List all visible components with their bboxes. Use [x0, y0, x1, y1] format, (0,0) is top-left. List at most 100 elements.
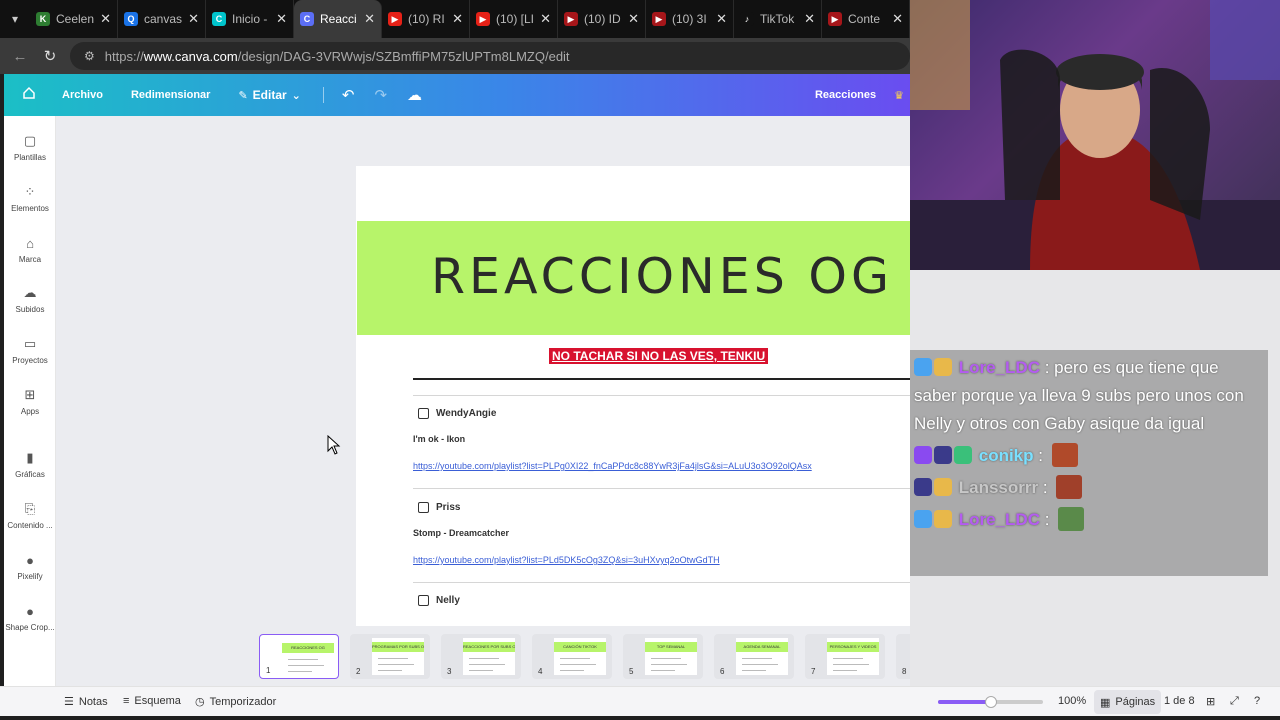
entry-name-label: Nelly: [436, 595, 460, 606]
checkbox[interactable]: [418, 595, 429, 606]
editar-menu[interactable]: ✎ Editar ⌄: [224, 88, 314, 102]
browser-tab[interactable]: C Reacci ✕: [294, 0, 382, 38]
sidebar-item-content[interactable]: ⎘ Contenido ...: [4, 500, 56, 530]
zoom-slider-knob[interactable]: [984, 696, 997, 708]
thumbnail-line: [833, 664, 869, 665]
page-thumbnail[interactable]: 6 AGENDA SEMANAL: [714, 634, 794, 679]
entry-priss[interactable]: Priss: [418, 502, 460, 513]
divider: [413, 395, 916, 396]
mouse-cursor-icon: [327, 435, 341, 455]
youtube-icon: ▶: [564, 12, 578, 26]
youtube-icon: ▶: [388, 12, 402, 26]
close-icon[interactable]: ✕: [628, 11, 639, 27]
upload-icon: ☁: [23, 285, 37, 300]
sidebar-item-shape-crop[interactable]: ● Shape Crop...: [4, 602, 56, 633]
address-bar-row: ← ↻ ⚙ https://www.canva.com/design/DAG-3…: [0, 38, 910, 74]
close-icon[interactable]: ✕: [892, 11, 903, 27]
close-icon[interactable]: ✕: [188, 11, 199, 27]
sidebar-item-chart[interactable]: ▮ Gráficas: [4, 449, 56, 479]
tiktok-icon: ♪: [740, 12, 754, 26]
browser-tab[interactable]: ▶ Conte ✕: [822, 0, 910, 38]
close-icon[interactable]: ✕: [364, 11, 375, 27]
zoom-slider[interactable]: [938, 696, 1043, 708]
reload-icon[interactable]: ↻: [40, 47, 60, 65]
redimensionar-button[interactable]: Redimensionar: [117, 89, 224, 101]
sidebar-item-brand[interactable]: ⌂ Marca: [4, 234, 56, 265]
youtube-icon: ▶: [652, 12, 666, 26]
chat-badge-icon: [934, 510, 952, 528]
chat-colon: :: [1038, 478, 1053, 497]
youtube-studio-icon: ▶: [828, 12, 842, 26]
sidebar-item-folder[interactable]: ▭ Proyectos: [4, 335, 56, 365]
chat-username: Lanssorrr: [958, 478, 1039, 497]
page-thumbnail[interactable]: 2 PROGRAMAS POR SUBS O NICKS: [350, 634, 430, 679]
thumbnail-line: [378, 670, 402, 671]
archivo-menu[interactable]: Archivo: [48, 89, 117, 101]
browser-tab[interactable]: Qcanvas ✕: [118, 0, 206, 38]
sidebar-item-label: Pixelify: [17, 572, 43, 581]
chat-username: Lore_LDC: [958, 510, 1040, 529]
help-icon[interactable]: ?: [1254, 695, 1260, 707]
browser-tab[interactable]: C Inicio - ✕: [206, 0, 294, 38]
design-page[interactable]: REACCIONES OG NO TACHAR SI NO LAS VES, T…: [356, 166, 916, 626]
notas-button[interactable]: ☰ Notas: [64, 695, 108, 709]
tab-title: Reacci: [320, 12, 357, 26]
page-thumbnails-bar: + ⌄ 1REACCIONES OG2PROGRAMAS POR SUBS O …: [56, 630, 1056, 686]
project-title[interactable]: Reacciones: [815, 89, 894, 101]
close-icon[interactable]: ✕: [452, 11, 463, 27]
site-info-icon[interactable]: ⚙: [84, 49, 95, 63]
k-icon: K: [36, 12, 50, 26]
cloud-saved-icon[interactable]: ☁: [397, 86, 432, 104]
entry-nelly[interactable]: Nelly: [418, 595, 460, 606]
fullscreen-icon[interactable]: ⤢: [1230, 695, 1239, 708]
browser-tab[interactable]: ▶ (10) RI ✕: [382, 0, 470, 38]
browser-tab[interactable]: ▶ (10) ID ✕: [558, 0, 646, 38]
sidebar-item-templates[interactable]: ▢ Plantillas: [4, 132, 56, 162]
thumbnail-line: [560, 670, 584, 671]
browser-tab[interactable]: ♪ TikTok ✕: [734, 0, 822, 38]
close-icon[interactable]: ✕: [276, 11, 287, 27]
url-field[interactable]: ⚙ https://www.canva.com/design/DAG-3VRWw…: [70, 42, 910, 70]
checkbox[interactable]: [418, 502, 429, 513]
sidebar-item-upload[interactable]: ☁ Subidos: [4, 284, 56, 314]
entry-wendyangie[interactable]: WendyAngie: [418, 408, 496, 419]
brand-icon: ⌂: [26, 235, 34, 251]
tab-list-chevron-icon[interactable]: ▾: [0, 0, 30, 38]
browser-tab[interactable]: ▶ (10) 3I ✕: [646, 0, 734, 38]
close-icon[interactable]: ✕: [100, 11, 111, 27]
esquema-button[interactable]: ≡ Esquema: [123, 695, 181, 707]
page-thumbnail[interactable]: 4 CANCIÓN TIKTOK: [532, 634, 612, 679]
sidebar-item-elements[interactable]: ⁘ Elementos: [4, 183, 56, 213]
temporizador-button[interactable]: ◷ Temporizador: [195, 695, 276, 709]
page-thumbnail[interactable]: 7 PERSONAJES Y VIDEOS: [805, 634, 885, 679]
youtube-icon: ▶: [476, 12, 490, 26]
playlist-link[interactable]: https://youtube.com/playlist?list=PLd5DK…: [413, 555, 720, 565]
page-thumbnail[interactable]: 3 REACCIONES POR SUBS O NICKS: [441, 634, 521, 679]
chat-emote-icon: [1051, 443, 1078, 467]
checkbox[interactable]: [418, 408, 429, 419]
page-thumbnail[interactable]: 5 TOP SEMANAL: [623, 634, 703, 679]
grid-view-icon[interactable]: ⊞: [1206, 695, 1215, 708]
redo-icon[interactable]: ↷: [364, 86, 397, 104]
chat-emote-icon: [1056, 475, 1083, 499]
crown-icon[interactable]: ♛: [894, 89, 910, 102]
thumbnail-line: [469, 658, 499, 659]
undo-icon[interactable]: ↶: [332, 86, 365, 104]
close-icon[interactable]: ✕: [716, 11, 727, 27]
close-icon[interactable]: ✕: [540, 11, 551, 27]
playlist-link[interactable]: https://youtube.com/playlist?list=PLPg0X…: [413, 461, 812, 471]
back-arrow-icon[interactable]: ←: [10, 48, 30, 65]
pages-button[interactable]: ▦ Páginas: [1094, 690, 1162, 714]
pencil-icon: ✎: [238, 89, 248, 102]
home-icon[interactable]: [4, 86, 48, 104]
browser-tab[interactable]: K Ceelen ✕: [30, 0, 118, 38]
page-thumbnail[interactable]: 1 REACCIONES OG: [259, 634, 339, 679]
zoom-level[interactable]: 100%: [1058, 695, 1086, 707]
close-icon[interactable]: ✕: [804, 11, 815, 27]
sidebar-item-pixelify[interactable]: ● Pixelify: [4, 551, 56, 582]
browser-tab[interactable]: ▶ (10) [LI ✕: [470, 0, 558, 38]
sidebar-item-apps[interactable]: ⊞ Apps: [4, 386, 56, 416]
thumbnail-title: AGENDA SEMANAL: [736, 642, 788, 652]
thumbnail-line: [833, 670, 857, 671]
entry-name-label: WendyAngie: [436, 408, 497, 419]
